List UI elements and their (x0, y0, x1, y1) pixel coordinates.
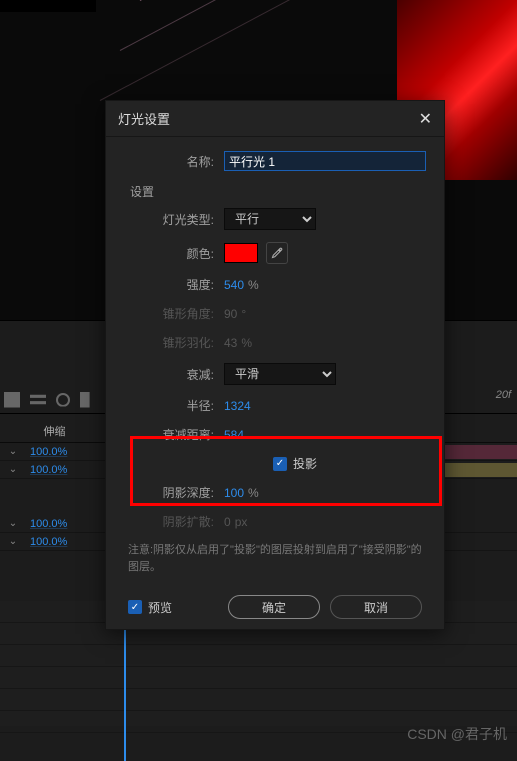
chevron-down-icon[interactable]: ⌄ (6, 536, 20, 547)
close-icon[interactable]: ✕ (419, 109, 432, 129)
cone-feather-unit: % (241, 336, 252, 350)
color-label: 颜色: (124, 245, 224, 262)
preview-black-box (0, 0, 96, 12)
color-swatch[interactable] (224, 243, 258, 263)
shadow-diffusion-label: 阴影扩散: (124, 513, 224, 530)
light-type-select[interactable]: 平行 (224, 208, 316, 230)
guide-line (120, 0, 368, 51)
falloff-label: 衰减: (124, 366, 224, 383)
light-settings-dialog: 灯光设置 ✕ 名称: 设置 灯光类型: 平行 颜色: 强度: 540 % 锥形角… (105, 100, 445, 630)
ok-button[interactable]: 确定 (228, 595, 320, 619)
radius-value[interactable]: 1324 (224, 399, 251, 413)
preview-label: 预览 (148, 599, 172, 616)
stretch-column-header: 伸缩 (0, 421, 110, 442)
toggle-modes-icon[interactable] (30, 392, 46, 408)
shadow-diffusion-value: 0 (224, 515, 231, 529)
watermark-text: CSDN @君子机 (407, 724, 507, 744)
intensity-value[interactable]: 540 (224, 278, 244, 292)
toggle-fx-icon[interactable] (56, 393, 70, 407)
toggle-switches-icon[interactable] (4, 392, 20, 408)
time-ruler-mark: 20f (457, 389, 517, 401)
falloff-select[interactable]: 平滑 (224, 363, 336, 385)
cone-feather-value: 43 (224, 336, 237, 350)
cancel-button[interactable]: 取消 (330, 595, 422, 619)
chevron-down-icon[interactable]: ⌄ (6, 464, 20, 475)
dialog-titlebar[interactable]: 灯光设置 ✕ (106, 101, 444, 137)
shadow-diffusion-unit: px (235, 515, 248, 529)
shadow-darkness-label: 阴影深度: (124, 484, 224, 501)
cone-feather-label: 锥形羽化: (124, 334, 224, 351)
cone-angle-unit: ° (241, 307, 246, 321)
shadow-darkness-value[interactable]: 100 (224, 486, 244, 500)
chevron-down-icon[interactable]: ⌄ (6, 446, 20, 457)
casts-shadows-checkbox[interactable]: ✓ (273, 457, 287, 471)
radius-label: 半径: (124, 397, 224, 414)
toggle-frameblend-icon[interactable] (80, 392, 96, 408)
shadow-darkness-unit: % (248, 486, 259, 500)
settings-section-label: 设置 (130, 183, 426, 200)
dialog-title-text: 灯光设置 (118, 109, 170, 128)
chevron-down-icon[interactable]: ⌄ (6, 518, 20, 529)
shadow-note-text: 注意:阴影仅从启用了"投影"的图层投射到启用了"接受阴影"的图层。 (128, 542, 426, 575)
timeline-row[interactable] (0, 645, 517, 667)
intensity-label: 强度: (124, 276, 224, 293)
stretch-value[interactable]: 100.0% (30, 446, 67, 458)
cone-angle-value: 90 (224, 307, 237, 321)
timeline-row[interactable] (0, 667, 517, 689)
guide-line (100, 0, 348, 101)
falloff-distance-label: 衰减距离: (124, 426, 224, 443)
intensity-unit: % (248, 278, 259, 292)
guide-line (140, 0, 370, 1)
falloff-distance-value[interactable]: 584 (224, 428, 244, 442)
casts-shadows-label: 投影 (293, 455, 317, 472)
name-label: 名称: (124, 153, 224, 170)
stretch-value[interactable]: 100.0% (30, 518, 67, 530)
cone-angle-label: 锥形角度: (124, 305, 224, 322)
light-type-label: 灯光类型: (124, 211, 224, 228)
preview-checkbox-group[interactable]: ✓ 预览 (128, 599, 172, 616)
timeline-row[interactable] (0, 689, 517, 711)
light-name-input[interactable] (224, 151, 426, 171)
preview-checkbox[interactable]: ✓ (128, 600, 142, 614)
stretch-value[interactable]: 100.0% (30, 464, 67, 476)
eyedropper-icon[interactable] (266, 242, 288, 264)
stretch-value[interactable]: 100.0% (30, 536, 67, 548)
